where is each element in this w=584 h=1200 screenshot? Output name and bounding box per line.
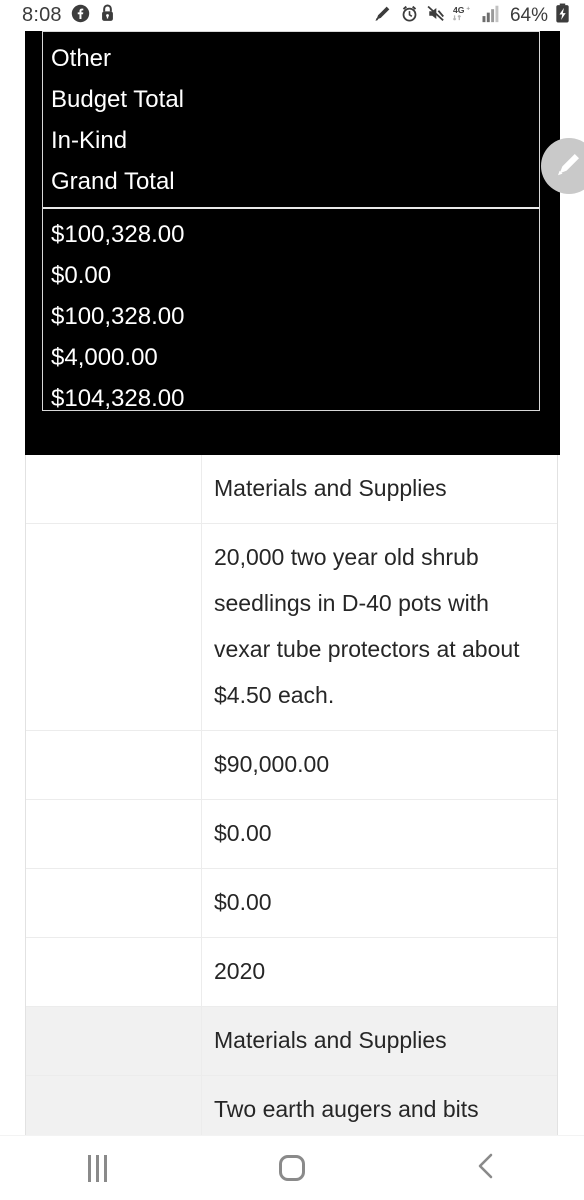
table-cell-value: Materials and Supplies	[214, 475, 447, 501]
signal-bars-icon	[482, 4, 502, 28]
phone-screen: 8:08 4G + 64% Other Budget Total In-Kind…	[0, 0, 584, 1200]
back-button[interactable]	[427, 1136, 547, 1200]
mute-icon	[426, 4, 446, 28]
table-cell-label	[26, 869, 202, 937]
summary-label-grand-total: Grand Total	[51, 168, 175, 195]
table-cell-value: Two earth augers and bits	[214, 1096, 479, 1122]
table-row[interactable]: 20,000 two year old shrub seedlings in D…	[26, 524, 557, 731]
recents-icon	[87, 1154, 107, 1182]
summary-value-5: $104,328.00	[51, 385, 185, 412]
table-row[interactable]: Materials and Supplies	[26, 1007, 557, 1076]
table-cell-label	[26, 938, 202, 1006]
svg-text:4G: 4G	[453, 5, 465, 15]
table-cell-value: 2020	[214, 958, 266, 984]
summary-value-3: $100,328.00	[51, 303, 185, 330]
table-cell-label	[26, 455, 202, 523]
summary-value-1: $100,328.00	[51, 221, 185, 248]
alarm-icon	[400, 4, 419, 28]
back-chevron-icon	[475, 1152, 499, 1185]
table-row[interactable]: $0.00	[26, 869, 557, 938]
svg-text:+: +	[466, 6, 470, 13]
status-bar: 8:08 4G + 64%	[0, 0, 584, 31]
summary-label-other: Other	[51, 45, 112, 72]
table-cell-label	[26, 731, 202, 799]
budget-line-items-table[interactable]: Materials and Supplies 20,000 two year ol…	[25, 455, 558, 1200]
pencil-edit-icon	[554, 149, 584, 184]
summary-label-budget-total: Budget Total	[51, 86, 184, 113]
battery-charging-icon	[555, 3, 570, 28]
table-cell-value: $0.00	[214, 820, 272, 846]
table-row[interactable]: 2020	[26, 938, 557, 1007]
home-icon	[278, 1155, 305, 1181]
lock-icon	[99, 3, 116, 28]
summary-label-in-kind: In-Kind	[51, 127, 128, 154]
table-cell-label	[26, 1007, 202, 1075]
status-bar-right: 4G + 64%	[373, 3, 570, 28]
status-bar-left: 8:08	[22, 3, 116, 28]
facebook-icon	[71, 4, 90, 28]
battery-percent-label: 64%	[509, 4, 548, 26]
highlighted-summary-panel[interactable]: Other Budget Total In-Kind Grand Total $…	[25, 31, 560, 455]
table-row[interactable]: $0.00	[26, 800, 557, 869]
summary-inner-box: Other Budget Total In-Kind Grand Total $…	[42, 31, 540, 412]
table-cell-label	[26, 1076, 202, 1144]
table-row[interactable]: $90,000.00	[26, 731, 557, 800]
summary-value-group: $100,328.00 $0.00 $100,328.00 $4,000.00 …	[43, 207, 539, 425]
table-cell-value: 20,000 two year old shrub seedlings in D…	[214, 544, 520, 708]
summary-label-group: Other Budget Total In-Kind Grand Total	[43, 32, 539, 207]
table-cell-value: $0.00	[214, 889, 272, 915]
table-row[interactable]: Materials and Supplies	[26, 455, 557, 524]
summary-value-2: $0.00	[51, 262, 112, 289]
status-clock: 8:08	[22, 4, 62, 26]
android-nav-bar	[0, 1135, 584, 1200]
pen-icon	[373, 3, 393, 28]
table-cell-value: $90,000.00	[214, 751, 330, 777]
recents-button[interactable]	[37, 1136, 157, 1200]
table-cell-value: Materials and Supplies	[214, 1027, 447, 1053]
home-button[interactable]	[232, 1136, 352, 1200]
table-cell-label	[26, 524, 202, 730]
summary-value-4: $4,000.00	[51, 344, 158, 371]
table-cell-label	[26, 800, 202, 868]
network-4g-plus-icon: 4G +	[452, 3, 475, 28]
